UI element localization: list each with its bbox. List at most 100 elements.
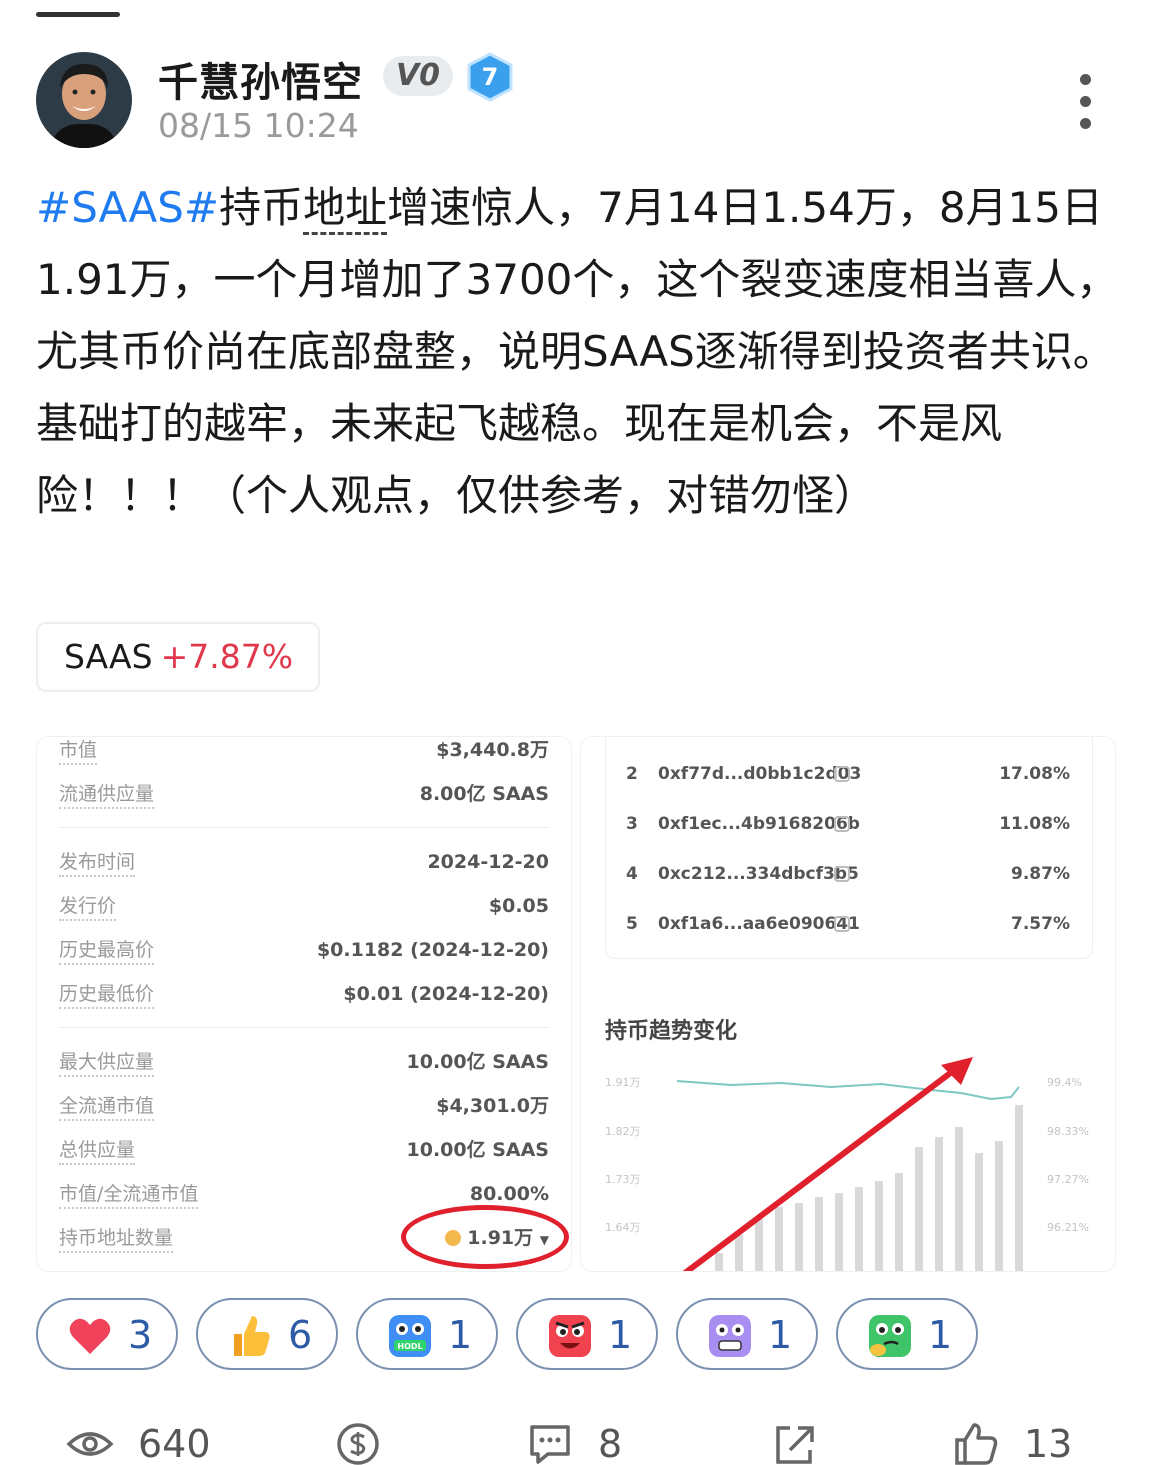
vip-badge: V0	[383, 56, 453, 96]
angry-emoji-icon	[549, 1315, 591, 1357]
reaction-heart[interactable]: 3	[36, 1298, 178, 1370]
info-row: 总供应量 10.00亿 SAAS	[59, 1137, 549, 1167]
info-key: 历史最高价	[59, 937, 155, 965]
author-avatar[interactable]	[36, 52, 132, 148]
trend-bar	[1015, 1105, 1023, 1271]
reaction-thumbs-up[interactable]: 6	[196, 1298, 338, 1370]
right-tick: 98.33%	[1047, 1125, 1089, 1138]
holder-rank: 5	[626, 914, 638, 934]
reaction-count: 1	[448, 1313, 473, 1357]
view-count-value: 640	[138, 1422, 211, 1465]
trend-bar	[715, 1253, 723, 1271]
holder-share: 17.08%	[999, 764, 1070, 784]
info-row: 历史最低价 $0.01 (2024-12-20)	[59, 981, 549, 1011]
glossary-term[interactable]: 地址	[303, 183, 388, 235]
reaction-count: 6	[288, 1313, 313, 1357]
holder-rank: 3	[626, 814, 638, 834]
reaction-angry[interactable]: 1	[516, 1298, 658, 1370]
trend-bar	[875, 1181, 883, 1271]
info-value: $0.05	[488, 895, 549, 917]
tip-coin-icon	[337, 1423, 379, 1465]
thinking-emoji-icon	[869, 1315, 911, 1357]
info-key: 历史最低价	[59, 981, 155, 1009]
post-text: #SAAS#持币地址增速惊人，7月14日1.54万，8月15日1.91万，一个月…	[36, 172, 1126, 532]
holder-address: 0xc212...334dbcf3b5	[658, 864, 859, 884]
hashtag-link[interactable]: #SAAS#	[36, 183, 219, 232]
reaction-count: 1	[928, 1313, 953, 1357]
eye-icon	[66, 1432, 114, 1456]
info-key: 持币地址数量	[59, 1225, 174, 1253]
share-icon	[776, 1426, 814, 1464]
trend-bar	[795, 1203, 803, 1271]
info-row: 发行价 $0.05	[59, 893, 549, 923]
info-value: 80.00%	[469, 1183, 549, 1205]
info-value: $4,301.0万	[436, 1095, 549, 1117]
reaction-hodl[interactable]: HODL 1	[356, 1298, 498, 1370]
trend-title: 持币趋势变化	[605, 1019, 738, 1044]
trend-bar	[815, 1197, 823, 1271]
holder-rank: 2	[626, 764, 638, 784]
right-tick: 99.4%	[1047, 1076, 1082, 1089]
thumbs-up-outline-icon	[955, 1423, 998, 1465]
divider	[59, 1027, 549, 1028]
holder-row: 4 0xc212...334dbcf3b5 9.87%	[606, 859, 1092, 889]
info-row: 发布时间 2024-12-20	[59, 849, 549, 879]
top-drag-handle	[36, 12, 120, 17]
holder-row: 5 0xf1a6...aa6e090641 7.57%	[606, 909, 1092, 939]
info-row: 流通供应量 8.00亿 SAAS	[59, 781, 549, 811]
trend-bar	[895, 1173, 903, 1271]
comment-count: 8	[598, 1422, 623, 1465]
left-tick: 1.64万	[605, 1221, 641, 1234]
reaction-thinking[interactable]: 1	[836, 1298, 978, 1370]
holder-share: 11.08%	[999, 814, 1070, 834]
coin-symbol: SAAS	[64, 637, 153, 676]
left-tick: 1.91万	[605, 1076, 641, 1089]
reaction-scared[interactable]: 1	[676, 1298, 818, 1370]
holder-trend-image[interactable]: 2 0xf77d...d0bb1c2d03 17.08% 3 0xf1ec...4b9…	[580, 736, 1116, 1272]
comment-icon	[530, 1425, 570, 1464]
left-tick: 1.82万	[605, 1125, 641, 1138]
holder-share: 7.57%	[1011, 914, 1070, 934]
info-key: 发布时间	[59, 849, 136, 877]
info-key: 最大供应量	[59, 1049, 155, 1077]
coin-tag[interactable]: SAAS +7.87%	[36, 622, 320, 692]
level-badge: 7	[466, 52, 514, 102]
post-time: 08/15 10:24	[158, 106, 359, 145]
more-options-icon[interactable]	[1068, 74, 1104, 130]
info-key: 流通供应量	[59, 781, 155, 809]
reaction-count: 1	[768, 1313, 793, 1357]
copy-icon	[834, 866, 850, 882]
left-tick: 1.73万	[605, 1173, 641, 1186]
info-key: 发行价	[59, 893, 117, 921]
post-text-part: 持币	[219, 183, 304, 232]
reaction-count: 1	[608, 1313, 633, 1357]
info-key: 总供应量	[59, 1137, 136, 1165]
holder-trend-line	[676, 1080, 1020, 1101]
info-row: 市值 $3,440.8万	[59, 737, 549, 767]
heart-icon	[69, 1318, 111, 1354]
info-value: $0.01 (2024-12-20)	[343, 983, 549, 1005]
token-info-image[interactable]: 市值 $3,440.8万 流通供应量 8.00亿 SAAS 发布时间 2024-12-…	[36, 736, 572, 1272]
holder-row: 2 0xf77d...d0bb1c2d03 17.08%	[606, 759, 1092, 789]
holder-share: 9.87%	[1011, 864, 1070, 884]
trend-bar	[915, 1147, 923, 1271]
trend-bar	[955, 1127, 963, 1271]
trend-bar	[735, 1235, 743, 1271]
scared-emoji-icon	[709, 1315, 751, 1357]
holder-rank: 4	[626, 864, 638, 884]
hodl-label: HODL	[397, 1342, 422, 1351]
copy-icon	[834, 916, 850, 932]
info-value: 2024-12-20	[427, 851, 549, 873]
level-number: 7	[481, 63, 499, 91]
info-value: 8.00亿 SAAS	[419, 783, 549, 805]
holder-address: 0xf1ec...4b9168206b	[658, 814, 860, 834]
trend-bar	[775, 1207, 783, 1271]
trend-bar	[855, 1187, 863, 1271]
holder-address: 0xf1a6...aa6e090641	[658, 914, 860, 934]
coin-change: +7.87%	[160, 637, 294, 676]
author-name[interactable]: 千慧孙悟空	[158, 50, 363, 108]
reaction-count: 3	[128, 1313, 153, 1357]
highlight-circle	[401, 1205, 569, 1269]
thumbs-up-icon	[234, 1316, 270, 1356]
info-key: 全流通市值	[59, 1093, 155, 1121]
